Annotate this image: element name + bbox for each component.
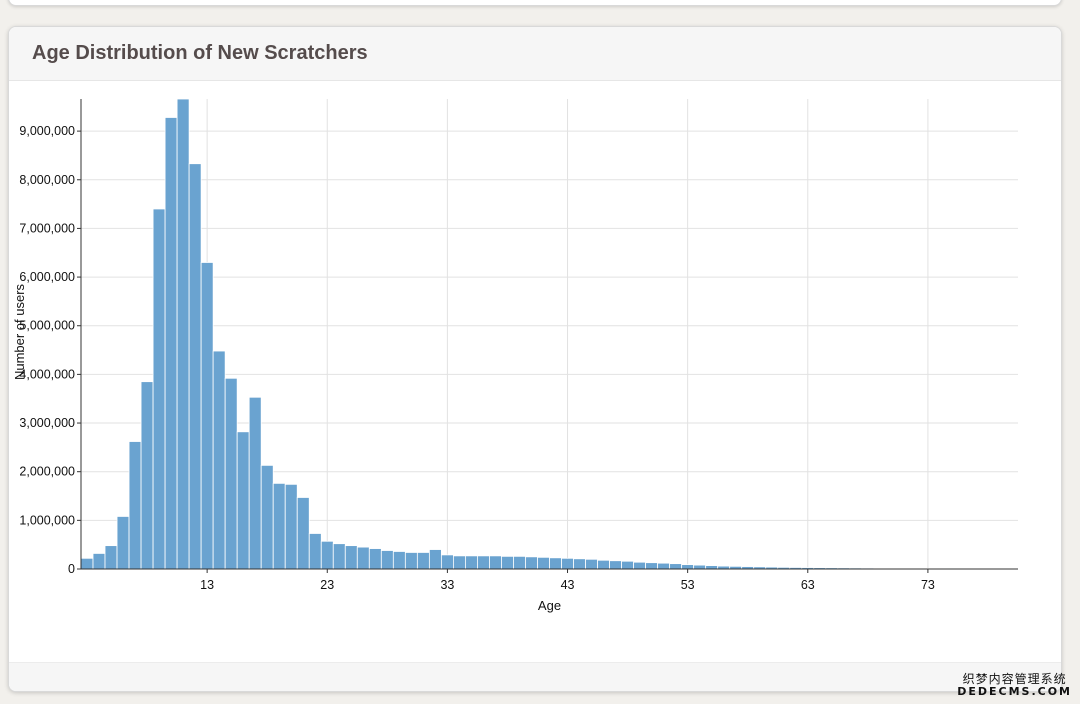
histogram-bar xyxy=(272,482,286,570)
histogram-bar xyxy=(380,550,394,570)
y-tick-label: 3,000,000 xyxy=(19,416,75,430)
histogram-bar xyxy=(392,551,406,570)
y-tick-label: 9,000,000 xyxy=(19,124,75,138)
x-tick-label: 33 xyxy=(440,578,454,592)
histogram-bar xyxy=(489,555,502,570)
x-tick-label: 63 xyxy=(801,578,815,592)
histogram-bar xyxy=(176,98,190,570)
histogram-bar xyxy=(549,557,562,570)
y-tick-label: 6,000,000 xyxy=(19,270,75,284)
histogram-bar xyxy=(440,554,454,570)
histogram-bar xyxy=(344,545,358,570)
x-tick-label: 13 xyxy=(200,578,214,592)
y-tick-label: 8,000,000 xyxy=(19,173,75,187)
histogram-bar xyxy=(705,565,719,570)
y-tick-label: 4,000,000 xyxy=(19,367,75,381)
histogram-bar xyxy=(501,555,514,570)
histogram-bar xyxy=(561,557,574,570)
y-tick-label: 0 xyxy=(68,562,75,576)
histogram-bar xyxy=(585,558,598,570)
watermark-cn: 织梦内容管理系统 xyxy=(962,671,1067,686)
histogram-bar xyxy=(80,557,94,570)
histogram-bar xyxy=(200,262,214,570)
histogram-bar xyxy=(236,431,250,570)
histogram-bar xyxy=(296,497,310,570)
histogram-bar xyxy=(597,559,610,570)
histogram-bar xyxy=(525,556,538,570)
histogram-bar xyxy=(320,540,334,570)
histogram-bar xyxy=(609,560,622,570)
histogram-bar xyxy=(140,381,154,570)
y-axis-title: Number of users xyxy=(12,283,27,380)
x-tick-label: 43 xyxy=(561,578,575,592)
histogram-bar xyxy=(356,546,370,570)
histogram-bar xyxy=(368,548,382,570)
histogram-bar xyxy=(260,464,274,570)
histogram-bar xyxy=(212,350,226,570)
x-tick-label: 53 xyxy=(681,578,695,592)
histogram-bar xyxy=(645,562,659,570)
histogram-bar xyxy=(332,543,346,570)
histogram-bar xyxy=(657,562,671,570)
watermark-en: DEDECMS.COM xyxy=(957,684,1072,698)
histogram-bar xyxy=(452,555,466,570)
x-tick-label: 23 xyxy=(320,578,334,592)
histogram-bar xyxy=(633,561,647,570)
histogram-bar xyxy=(537,556,550,570)
histogram-chart: 0 1,000,000 2,000,000 3,000,000 4,000,000 5,0… xyxy=(12,98,1019,613)
y-tick-label: 7,000,000 xyxy=(19,221,75,235)
histogram-bar xyxy=(681,564,695,570)
histogram-bar xyxy=(477,555,490,570)
histogram-bar xyxy=(224,377,238,570)
histogram-bar xyxy=(428,549,442,570)
y-tick-label: 2,000,000 xyxy=(19,465,75,479)
y-tick-label: 5,000,000 xyxy=(19,319,75,333)
histogram-bar xyxy=(416,552,430,570)
x-axis-title: Age xyxy=(538,598,561,613)
histogram-bar xyxy=(513,555,526,570)
histogram-bar xyxy=(104,545,118,570)
histogram-bar xyxy=(92,553,106,570)
histogram-bar xyxy=(248,396,262,570)
histogram-bar xyxy=(669,563,683,570)
histogram-bar xyxy=(284,483,298,570)
histogram-bar xyxy=(621,560,634,570)
histogram-bar xyxy=(128,441,142,570)
histogram-bar xyxy=(116,516,130,570)
y-tick-label: 1,000,000 xyxy=(19,513,75,527)
histogram-bar xyxy=(693,564,707,570)
x-tick-label: 73 xyxy=(921,578,935,592)
histogram-bar xyxy=(188,163,202,570)
histogram-bar xyxy=(573,558,586,570)
histogram-bar xyxy=(152,208,166,570)
histogram-bar xyxy=(164,117,178,570)
histogram-bar xyxy=(465,555,478,570)
histogram-bars xyxy=(80,98,1019,570)
watermark: 织梦内容管理系统 DEDECMS.COM xyxy=(957,671,1072,698)
histogram-bar xyxy=(404,552,418,570)
histogram-bar xyxy=(308,533,322,570)
